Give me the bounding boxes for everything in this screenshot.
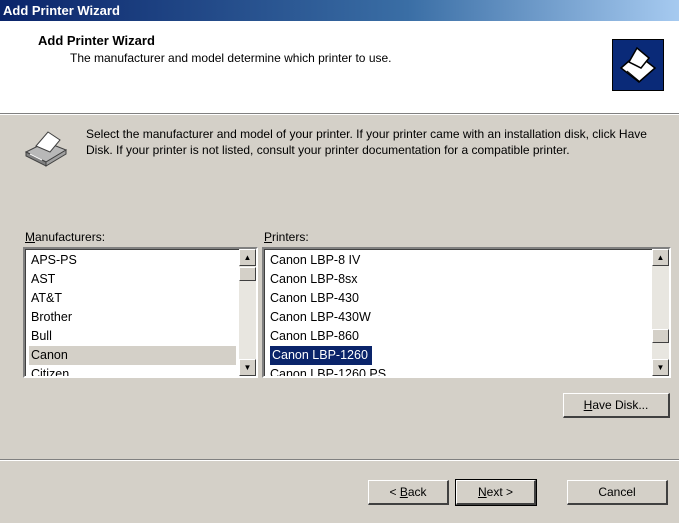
have-disk-button[interactable]: Have Disk... — [563, 393, 670, 418]
list-item-label: Bull — [31, 329, 52, 343]
printer-wizard-icon — [612, 39, 664, 91]
header-title: Add Printer Wizard — [38, 33, 155, 48]
list-item[interactable]: Bull — [29, 327, 236, 346]
list-item[interactable]: Canon LBP-8sx — [268, 270, 649, 289]
list-item[interactable]: Canon LBP-430W — [268, 308, 649, 327]
manufacturers-list[interactable]: APS-PS AST AT&T Brother Bull Canon Citizen ▲ ▼ — [23, 247, 258, 378]
list-item-label: AST — [31, 272, 56, 286]
list-item[interactable]: APS-PS — [29, 251, 236, 270]
scroll-thumb[interactable] — [239, 267, 256, 281]
footer-divider-highlight — [0, 460, 679, 461]
scroll-down-arrow-icon[interactable]: ▼ — [239, 359, 256, 376]
list-item[interactable]: Canon LBP-1260 PS — [268, 365, 649, 378]
list-item-label: APS-PS — [31, 253, 77, 267]
printers-scrollbar[interactable]: ▲ ▼ — [652, 249, 669, 376]
cancel-button[interactable]: Cancel — [567, 480, 668, 505]
scroll-up-arrow-icon[interactable]: ▲ — [239, 249, 256, 266]
next-button[interactable]: Next > — [455, 479, 537, 506]
manufacturers-label: Manufacturers: — [25, 230, 106, 244]
list-item-label: Canon LBP-430 — [270, 291, 359, 305]
list-item-label: Canon LBP-860 — [270, 329, 359, 343]
list-item[interactable]: AT&T — [29, 289, 236, 308]
back-button[interactable]: < Back — [368, 480, 449, 505]
scroll-down-arrow-icon[interactable]: ▼ — [652, 359, 669, 376]
list-item[interactable]: Canon — [29, 346, 236, 365]
list-item[interactable]: Citizen — [29, 365, 236, 378]
list-item[interactable]: AST — [29, 270, 236, 289]
list-item[interactable]: Canon LBP-430 — [268, 289, 649, 308]
wizard-header: Add Printer Wizard The manufacturer and … — [0, 21, 679, 113]
scroll-up-arrow-icon[interactable]: ▲ — [652, 249, 669, 266]
printers-label: Printers: — [264, 230, 309, 244]
list-item[interactable]: Canon LBP-860 — [268, 327, 649, 346]
title-bar: Add Printer Wizard — [0, 0, 679, 21]
printers-list[interactable]: Canon LBP-8 IV Canon LBP-8sx Canon LBP-430… — [262, 247, 671, 378]
header-divider-highlight — [0, 114, 679, 115]
instructions-text: Select the manufacturer and model of you… — [86, 127, 647, 157]
list-item-label: Canon — [31, 348, 68, 362]
scroll-thumb[interactable] — [652, 329, 669, 343]
printer-icon — [22, 128, 72, 168]
list-item-label: AT&T — [31, 291, 63, 305]
list-item-label: Brother — [31, 310, 72, 324]
list-item-label: Canon LBP-1260 — [270, 346, 372, 365]
list-item[interactable]: Canon LBP-8 IV — [268, 251, 649, 270]
manufacturers-scrollbar[interactable]: ▲ ▼ — [239, 249, 256, 376]
list-item-label: Canon LBP-430W — [270, 310, 371, 324]
list-item[interactable]: Canon LBP-1260 — [268, 346, 649, 365]
window-title: Add Printer Wizard — [3, 3, 120, 18]
list-item-label: Canon LBP-1260 PS — [270, 367, 387, 378]
list-item-label: Citizen — [31, 367, 70, 378]
header-subtitle: The manufacturer and model determine whi… — [70, 51, 392, 65]
list-item-label: Canon LBP-8 IV — [270, 253, 361, 267]
list-item-label: Canon LBP-8sx — [270, 272, 358, 286]
list-item[interactable]: Brother — [29, 308, 236, 327]
